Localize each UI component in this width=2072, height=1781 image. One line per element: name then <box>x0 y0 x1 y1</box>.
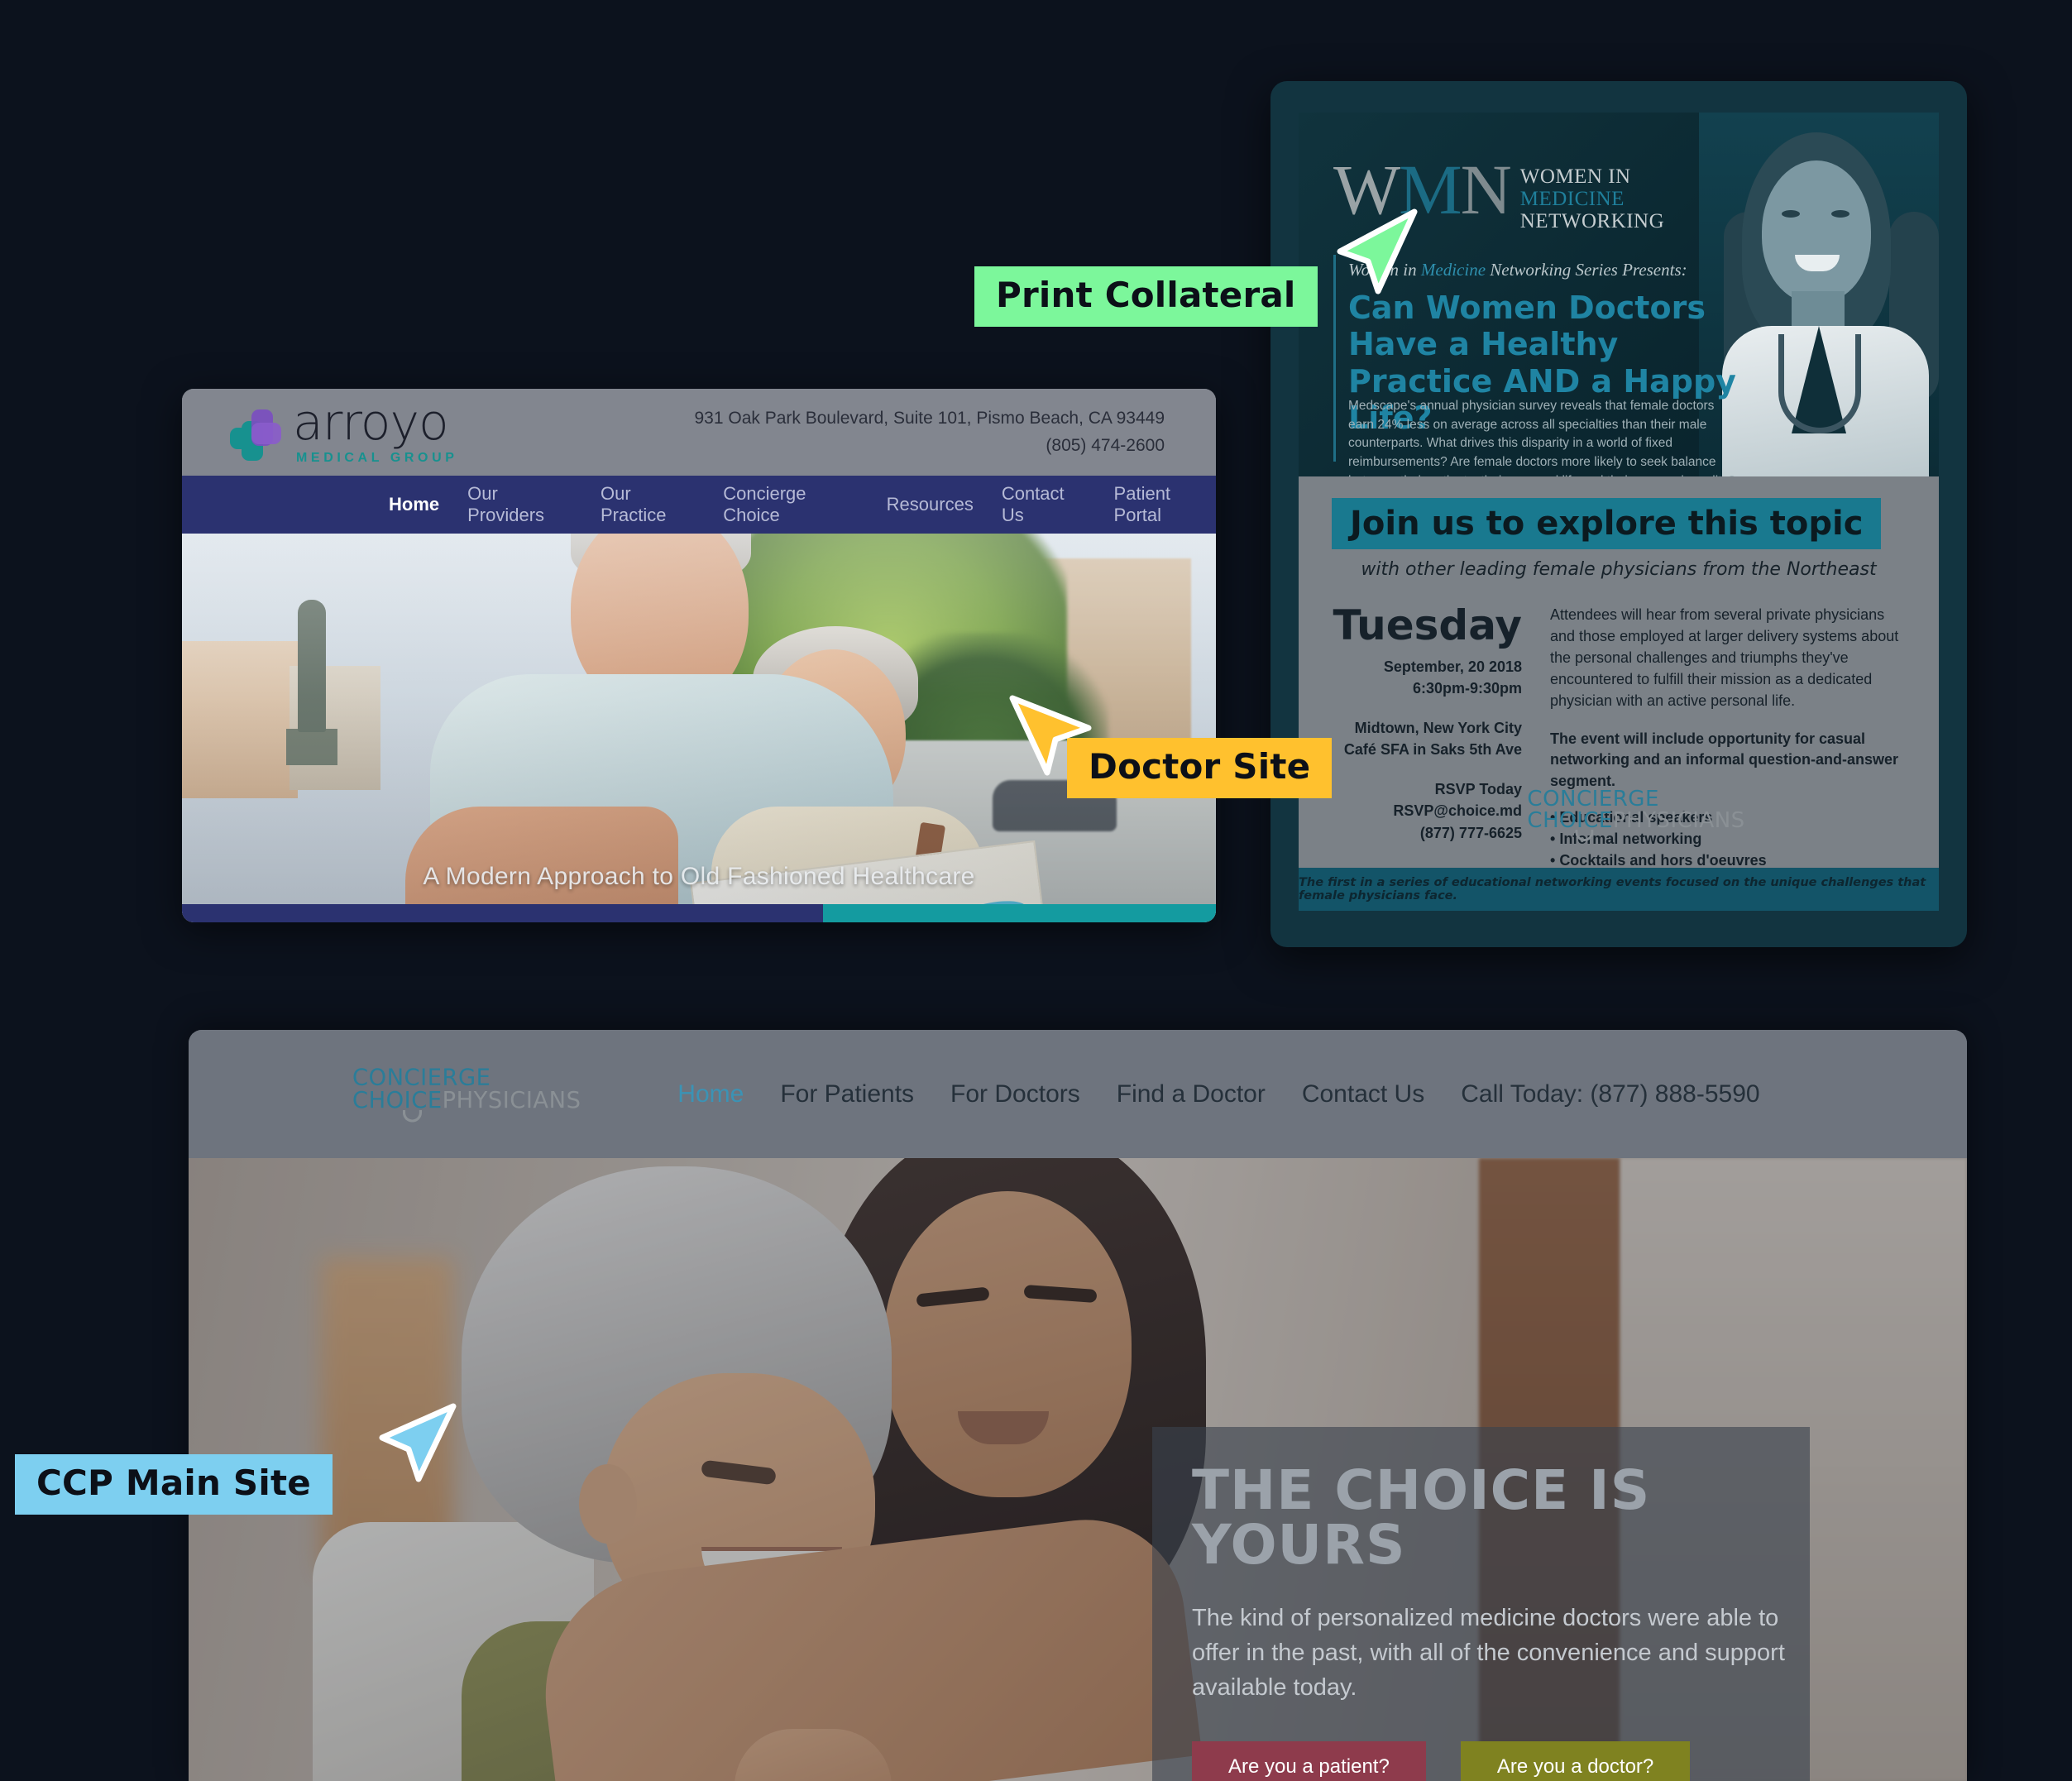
wmn-letter-n: N <box>1460 150 1512 229</box>
ccp-nav-contact-us[interactable]: Contact Us <box>1302 1080 1424 1108</box>
wmn-expansion-line-2: MEDICINE <box>1519 188 1625 210</box>
arroyo-hero-photo: A Modern Approach to Old Fashioned Healt… <box>182 534 1216 922</box>
arroyo-nav-concierge-choice[interactable]: Concierge Choice <box>723 483 858 526</box>
screenshot-stage: arroyo MEDICAL GROUP 931 Oak Park Boulev… <box>0 0 2072 1781</box>
flyer-rsvp-phone[interactable]: (877) 777-6625 <box>1332 822 1522 844</box>
arroyo-logo-tagline: MEDICAL GROUP <box>296 450 458 465</box>
arroyo-footer-bands <box>182 904 1216 922</box>
flyer-ccp-physicians: PHYSICIANS <box>1612 808 1745 833</box>
wmn-logo: WMN WOMEN IN MEDICINE NETWORKING <box>1333 154 1665 232</box>
flyer-top-section: WMN WOMEN IN MEDICINE NETWORKING Women i… <box>1299 113 1939 476</box>
flyer-event-day: Tuesday <box>1333 601 1522 649</box>
flyer-presents-line: Women in Medicine Networking Series Pres… <box>1348 260 1687 280</box>
ccp-nav-home[interactable]: Home <box>677 1080 744 1108</box>
ccp-hero-photo: THE CHOICE IS YOURS The kind of personal… <box>189 1158 1967 1781</box>
flyer-ccp-line1: CONCIERGE <box>1527 787 1659 812</box>
arroyo-hero-tagline: A Modern Approach to Old Fashioned Healt… <box>423 863 975 890</box>
flyer-event-date: September, 20 2018 <box>1383 658 1522 675</box>
medical-cross-icon <box>230 409 281 461</box>
flyer-footer-note: The first in a series of educational net… <box>1299 876 1926 902</box>
wmn-expansion-line-1: WOMEN IN <box>1519 165 1631 188</box>
annotation-doctor-site: Doctor Site <box>1067 738 1333 798</box>
flyer-ccp-choice: CHOICE <box>1527 808 1613 833</box>
flyer-presents-pre: Women in <box>1348 260 1421 280</box>
ccp-logo[interactable]: CONCIERGE CHOICEPHYSICIANS <box>352 1064 581 1123</box>
flyer-ccp-logo: CONCIERGE CHOICEPHYSICIANS <box>1527 788 1744 841</box>
flyer-join-banner: Join us to explore this topic <box>1332 498 1882 549</box>
ccp-header: CONCIERGE CHOICEPHYSICIANS Home For Pati… <box>189 1030 1967 1158</box>
flyer-event-venue: Café SFA in Saks 5th Ave <box>1343 741 1522 759</box>
arroyo-nav[interactable]: Home Our Providers Our Practice Concierg… <box>182 476 1216 534</box>
arroyo-address: 931 Oak Park Boulevard, Suite 101, Pismo… <box>694 408 1165 428</box>
arroyo-wordmark: arroyo <box>293 393 449 452</box>
flyer-accent-rule <box>1333 255 1336 462</box>
ccp-hero-subtitle: The kind of personalized medicine doctor… <box>1192 1605 1785 1702</box>
flyer-rsvp-email[interactable]: RSVP@choice.md <box>1332 800 1522 821</box>
flyer-presents-post: Networking Series Presents: <box>1486 260 1687 280</box>
flyer-description-1: Attendees will hear from several private… <box>1550 606 1899 709</box>
doctor-site-card[interactable]: arroyo MEDICAL GROUP 931 Oak Park Boulev… <box>182 389 1216 922</box>
arroyo-nav-resources[interactable]: Resources <box>887 494 974 515</box>
ccp-hero-title: THE CHOICE IS YOURS <box>1192 1458 1651 1577</box>
arroyo-phone[interactable]: (805) 474-2600 <box>694 433 1165 460</box>
flyer-body-copy: Medscape's annual physician survey revea… <box>1348 399 1735 476</box>
print-collateral-card[interactable]: WMN WOMEN IN MEDICINE NETWORKING Women i… <box>1270 81 1967 947</box>
flyer-description-2: The event will include opportunity for c… <box>1550 730 1899 790</box>
flyer-bottom-section: Join us to explore this topic with other… <box>1299 476 1939 911</box>
flyer-presents-em: Medicine <box>1420 260 1486 280</box>
arroyo-nav-home[interactable]: Home <box>389 494 439 515</box>
flyer-rsvp-label: RSVP Today <box>1434 781 1522 798</box>
are-you-a-doctor-button[interactable]: Are you a doctor? <box>1460 1741 1691 1781</box>
wmn-letter-w: W <box>1333 150 1400 229</box>
arroyo-nav-our-providers[interactable]: Our Providers <box>467 483 572 526</box>
ccp-main-site-card[interactable]: CONCIERGE CHOICEPHYSICIANS Home For Pati… <box>189 1030 1967 1781</box>
wmn-expansion-line-3: NETWORKING <box>1519 210 1665 232</box>
flyer-join-subtitle: with other leading female physicians fro… <box>1361 559 1877 580</box>
ccp-nav-for-patients[interactable]: For Patients <box>780 1080 914 1108</box>
ccp-nav-call-today[interactable]: Call Today: (877) 888-5590 <box>1461 1080 1759 1108</box>
annotation-ccp-main-site: CCP Main Site <box>15 1454 333 1515</box>
ccp-nav[interactable]: Home For Patients For Doctors Find a Doc… <box>677 1080 1759 1108</box>
ccp-hero-buttons: Are you a patient? Are you a doctor? <box>1192 1741 1770 1781</box>
flyer-footer-band: The first in a series of educational net… <box>1299 868 1939 911</box>
flyer-event-time: 6:30pm-9:30pm <box>1412 680 1522 697</box>
arroyo-nav-patient-portal[interactable]: Patient Portal <box>1114 483 1216 526</box>
arroyo-contact-block: 931 Oak Park Boulevard, Suite 101, Pismo… <box>694 405 1165 459</box>
annotation-print-collateral: Print Collateral <box>974 266 1318 327</box>
arroyo-logo[interactable]: arroyo MEDICAL GROUP <box>230 393 458 466</box>
ccp-logo-choice: CHOICE <box>352 1087 443 1113</box>
flyer-event-city: Midtown, New York City <box>1354 720 1522 737</box>
are-you-a-patient-button[interactable]: Are you a patient? <box>1192 1741 1426 1781</box>
ccp-logo-physicians: PHYSICIANS <box>442 1087 581 1113</box>
arroyo-nav-contact-us[interactable]: Contact Us <box>1002 483 1086 526</box>
flyer-event-details: Tuesday September, 20 2018 6:30pm-9:30pm… <box>1332 605 1522 872</box>
arroyo-header: arroyo MEDICAL GROUP 931 Oak Park Boulev… <box>182 389 1216 476</box>
ccp-nav-find-a-doctor[interactable]: Find a Doctor <box>1117 1080 1266 1108</box>
arroyo-nav-our-practice[interactable]: Our Practice <box>601 483 695 526</box>
ccp-hero-panel: THE CHOICE IS YOURS The kind of personal… <box>1152 1427 1810 1781</box>
ccp-nav-for-doctors[interactable]: For Doctors <box>950 1080 1080 1108</box>
wmn-letter-m: M <box>1399 150 1462 229</box>
ccp-logo-line1: CONCIERGE <box>352 1064 491 1091</box>
